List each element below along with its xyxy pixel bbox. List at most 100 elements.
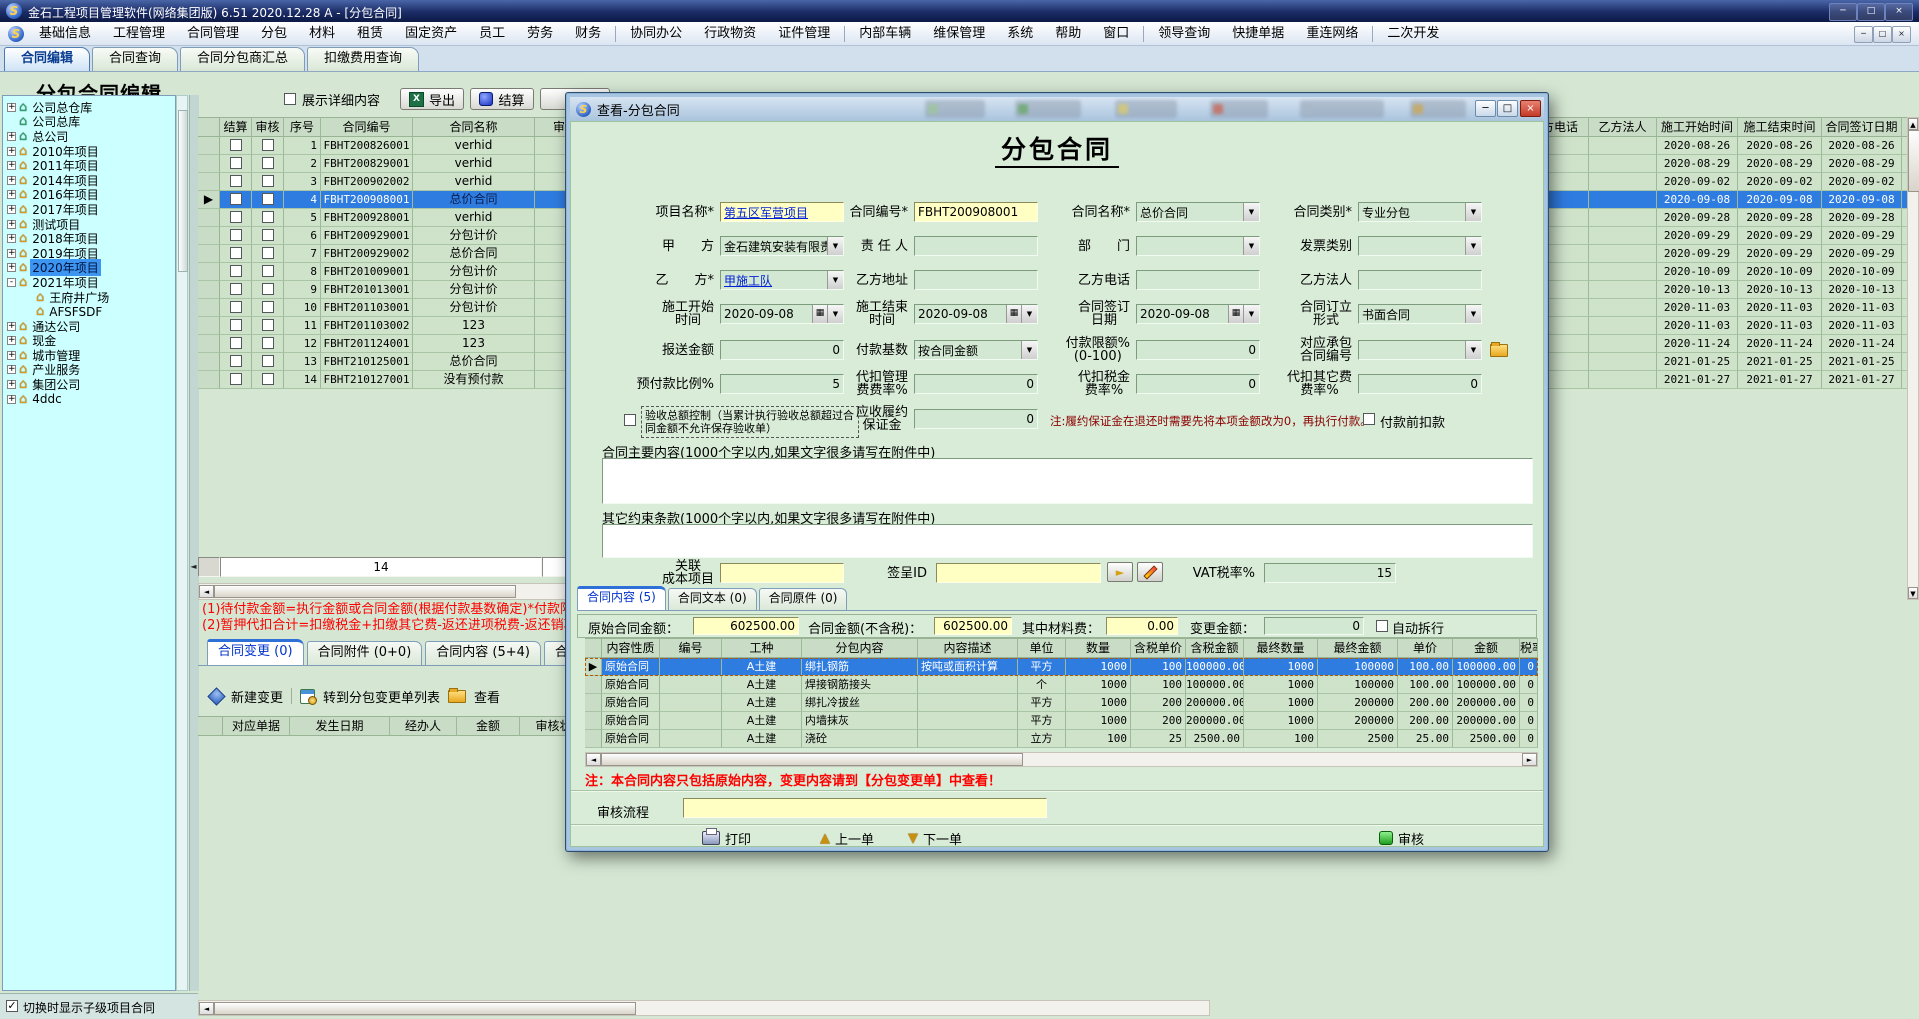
window-minimize-button[interactable]: ─ bbox=[1829, 3, 1857, 21]
lower-hscrollbar[interactable]: ◄ bbox=[198, 1000, 1210, 1016]
row-checkbox[interactable] bbox=[230, 265, 242, 277]
report-amount-field[interactable]: 0 bbox=[720, 340, 844, 360]
row-checkbox[interactable] bbox=[230, 211, 242, 223]
mdi-minimize-button[interactable]: ─ bbox=[1854, 26, 1873, 43]
row-checkbox[interactable] bbox=[230, 337, 242, 349]
contract-category-field[interactable]: 专业分包▼ bbox=[1358, 202, 1482, 222]
row-checkbox[interactable] bbox=[262, 265, 274, 277]
lower-tab-合同变更 (0)[interactable]: 合同变更 (0) bbox=[207, 639, 304, 665]
chevron-down-icon[interactable]: ▼ bbox=[1465, 341, 1481, 359]
sign-date-field[interactable]: 2020-09-08▦▼ bbox=[1136, 304, 1260, 324]
chevron-down-icon[interactable]: ▼ bbox=[827, 271, 843, 289]
audit-flow-field[interactable] bbox=[683, 798, 1047, 818]
party-a-field[interactable]: 金石建筑安装有限责任公▼ bbox=[720, 236, 844, 256]
menu-item-二次开发[interactable]: 二次开发 bbox=[1376, 22, 1450, 45]
menu-item-基础信息[interactable]: 基础信息 bbox=[28, 22, 102, 45]
payment-limit-field[interactable]: 0 bbox=[1136, 340, 1260, 360]
other-terms-textarea[interactable] bbox=[602, 524, 1533, 558]
dialog-maximize-button[interactable]: □ bbox=[1497, 100, 1518, 117]
row-checkbox[interactable] bbox=[230, 175, 242, 187]
end-date-field[interactable]: 2020-09-08▦▼ bbox=[914, 304, 1038, 324]
tab-合同编辑[interactable]: 合同编辑 bbox=[4, 47, 90, 71]
menu-item-财务[interactable]: 财务 bbox=[564, 22, 612, 45]
content-row[interactable]: ▶原始合同A土建绑扎钢筋按吨或面积计算平方1000100100000.00100… bbox=[585, 658, 1538, 676]
sidebar-item-公司总仓库[interactable]: +⌂公司总仓库 bbox=[3, 100, 175, 115]
row-checkbox[interactable] bbox=[262, 175, 274, 187]
dialog-close-button[interactable]: × bbox=[1520, 100, 1541, 117]
tree-expand-icon[interactable]: + bbox=[7, 220, 16, 229]
collapse-arrow-icon[interactable]: ◄ bbox=[189, 556, 198, 578]
menu-item-协同办公[interactable]: 协同办公 bbox=[619, 22, 693, 45]
tree-expand-icon[interactable]: + bbox=[7, 351, 16, 360]
row-checkbox[interactable] bbox=[230, 139, 242, 151]
content-row[interactable]: 原始合同A土建焊接钢筋接头个1000100100000.001000100000… bbox=[585, 676, 1538, 694]
scrollbar-thumb[interactable] bbox=[601, 753, 1023, 766]
tree-expand-icon[interactable]: + bbox=[7, 147, 16, 156]
sign-pen-button[interactable] bbox=[1137, 562, 1163, 582]
tree-expand-icon[interactable]: + bbox=[7, 380, 16, 389]
tree-expand-icon[interactable]: + bbox=[7, 205, 16, 214]
menu-item-快捷单据[interactable]: 快捷单据 bbox=[1221, 22, 1295, 45]
sidebar-item-集团公司[interactable]: +⌂集团公司 bbox=[3, 377, 175, 392]
sign-select-button[interactable]: ► bbox=[1107, 562, 1133, 582]
scroll-right-icon[interactable]: ► bbox=[1522, 753, 1537, 766]
start-date-field[interactable]: 2020-09-08▦▼ bbox=[720, 304, 844, 324]
menu-item-劳务[interactable]: 劳务 bbox=[516, 22, 564, 45]
settle-button[interactable]: 结算 bbox=[470, 88, 534, 110]
sidebar-item-2014年项目[interactable]: +⌂2014年项目 bbox=[3, 173, 175, 188]
calendar-icon[interactable]: ▦ bbox=[812, 305, 827, 323]
dialog-titlebar[interactable]: S 查看-分包合同 ─ □ × bbox=[570, 97, 1544, 121]
tab-合同分包商汇总[interactable]: 合同分包商汇总 bbox=[180, 47, 305, 71]
row-checkbox[interactable] bbox=[230, 301, 242, 313]
tree-expand-icon[interactable]: - bbox=[7, 278, 16, 287]
menu-item-员工[interactable]: 员工 bbox=[468, 22, 516, 45]
row-checkbox[interactable] bbox=[262, 283, 274, 295]
tree-expand-icon[interactable]: + bbox=[7, 103, 16, 112]
menu-item-系统[interactable]: 系统 bbox=[996, 22, 1044, 45]
scrollbar-thumb[interactable] bbox=[1908, 130, 1919, 192]
mdi-restore-button[interactable]: □ bbox=[1873, 26, 1892, 43]
inner-tab-合同文本 (0)[interactable]: 合同文本 (0) bbox=[668, 588, 757, 610]
menu-item-证件管理[interactable]: 证件管理 bbox=[767, 22, 841, 45]
scroll-left-icon[interactable]: ◄ bbox=[199, 1002, 214, 1015]
menu-item-领导查询[interactable]: 领导查询 bbox=[1147, 22, 1221, 45]
chevron-down-icon[interactable]: ▼ bbox=[1465, 237, 1481, 255]
scrollbar-thumb[interactable] bbox=[214, 585, 516, 598]
tree-expand-icon[interactable]: + bbox=[7, 161, 16, 170]
menu-item-维保管理[interactable]: 维保管理 bbox=[922, 22, 996, 45]
menu-item-帮助[interactable]: 帮助 bbox=[1044, 22, 1092, 45]
sidebar-item-王府井广场[interactable]: ⌂王府井广场 bbox=[3, 290, 175, 305]
chevron-down-icon[interactable]: ▼ bbox=[1465, 305, 1481, 323]
dialog-minimize-button[interactable]: ─ bbox=[1475, 100, 1496, 117]
row-checkbox[interactable] bbox=[262, 373, 274, 385]
tree-scrollbar-thumb[interactable] bbox=[178, 110, 188, 272]
new-change-button[interactable]: 新建变更 bbox=[231, 687, 283, 706]
row-checkbox[interactable] bbox=[230, 229, 242, 241]
tree-scrollbar[interactable] bbox=[176, 95, 188, 991]
party-b-field[interactable]: 甲施工队▼ bbox=[720, 270, 844, 290]
sidebar-item-2021年项目[interactable]: -⌂2021年项目 bbox=[3, 275, 175, 290]
inner-tab-合同内容 (5)[interactable]: 合同内容 (5) bbox=[577, 586, 666, 610]
sidebar-item-总公司[interactable]: +⌂总公司 bbox=[3, 129, 175, 144]
window-close-button[interactable]: × bbox=[1885, 3, 1913, 21]
mdi-close-button[interactable]: × bbox=[1892, 26, 1911, 43]
menu-item-材料[interactable]: 材料 bbox=[298, 22, 346, 45]
scroll-left-icon[interactable]: ◄ bbox=[199, 585, 214, 598]
chevron-down-icon[interactable]: ▼ bbox=[1465, 203, 1481, 221]
contract-form-field[interactable]: 书面合同▼ bbox=[1358, 304, 1482, 324]
content-row[interactable]: 原始合同A土建绑扎冷拔丝平方1000200200000.001000200000… bbox=[585, 694, 1538, 712]
row-checkbox[interactable] bbox=[230, 283, 242, 295]
main-content-textarea[interactable] bbox=[602, 458, 1533, 504]
row-checkbox[interactable] bbox=[262, 193, 274, 205]
tree-expand-icon[interactable]: + bbox=[7, 176, 16, 185]
prepay-ratio-field[interactable]: 5 bbox=[720, 374, 844, 394]
mgmt-fee-rate-field[interactable]: 0 bbox=[914, 374, 1038, 394]
chevron-down-icon[interactable]: ▼ bbox=[827, 305, 843, 323]
row-checkbox[interactable] bbox=[230, 373, 242, 385]
lower-tab-合同附件 (0+0)[interactable]: 合同附件 (0+0) bbox=[307, 641, 423, 665]
row-checkbox[interactable] bbox=[262, 319, 274, 331]
show-detail-checkbox[interactable] bbox=[284, 93, 296, 105]
tree-expand-icon[interactable]: + bbox=[7, 234, 16, 243]
related-contract-code-field[interactable]: ▼ bbox=[1358, 340, 1482, 360]
contract-name-field[interactable]: 总价合同▼ bbox=[1136, 202, 1260, 222]
